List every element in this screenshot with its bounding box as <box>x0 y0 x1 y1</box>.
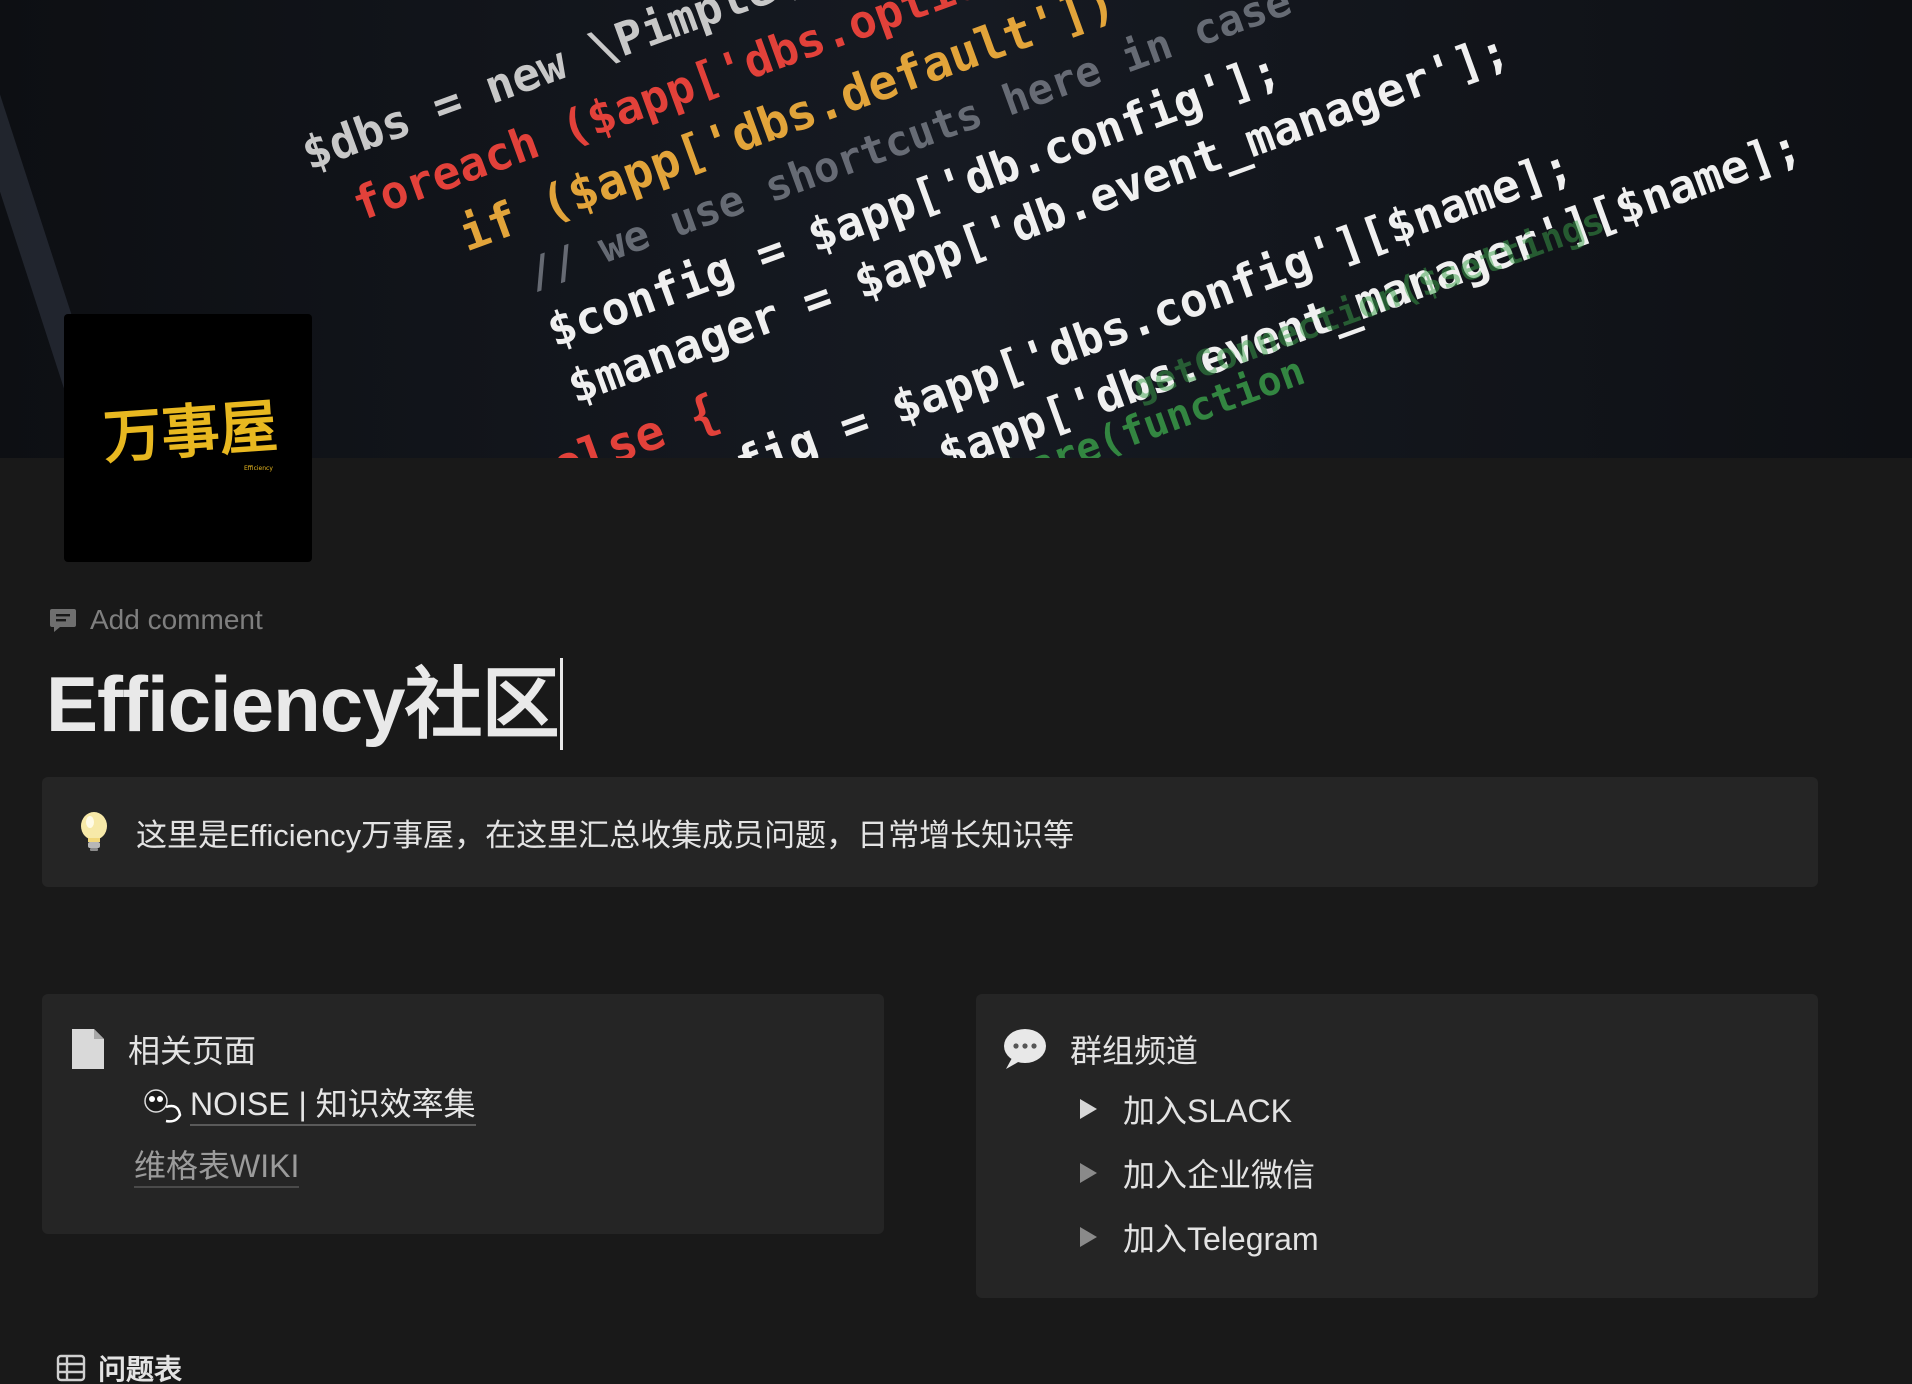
database-title: 问题表 <box>98 1354 183 1384</box>
noise-emoji-icon <box>144 1089 182 1123</box>
add-comment-label: Add comment <box>90 604 263 635</box>
page-icon-logo[interactable]: 万事屋 Efficiency <box>64 314 312 562</box>
toggle-label: 加入企业微信 <box>1123 1157 1316 1193</box>
noise-page-link[interactable]: NOISE | 知识效率集 <box>142 1084 476 1126</box>
toggle-arrow-icon[interactable] <box>1080 1227 1097 1247</box>
related-pages-heading: 相关页面 <box>128 1033 257 1069</box>
svg-text:Efficiency: Efficiency <box>244 465 273 472</box>
toggle-arrow-icon[interactable] <box>1080 1163 1097 1183</box>
page-title[interactable]: Efficiency社区 <box>46 654 564 754</box>
related-pages-block: 相关页面 NOISE | 知识效率集 维格表WIKI <box>42 994 884 1234</box>
speech-bubble-icon <box>1004 1029 1046 1069</box>
database-link[interactable]: 问题表 <box>56 1348 182 1384</box>
notion-page: $dbs = new \Pimple( foreach ($app['dbs.o… <box>0 0 1912 1384</box>
group-channels-block: 群组频道 加入SLACK 加入企业微信 加入Telegram <box>976 994 1818 1298</box>
group-channels-heading: 群组频道 <box>1070 1033 1199 1069</box>
callout-text: 这里是Efficiency万事屋，在这里汇总收集成员问题，日常增长知识等 <box>136 817 1075 853</box>
page-icon <box>72 1029 104 1069</box>
related-pages-header: 相关页面 <box>70 1026 256 1072</box>
lightbulb-icon <box>81 812 107 851</box>
add-comment-button[interactable]: Add comment <box>48 604 263 636</box>
toggle-join-wecom[interactable]: 加入企业微信 <box>1080 1150 1315 1196</box>
text-caret <box>560 658 564 750</box>
svg-text:万事屋: 万事屋 <box>101 392 279 472</box>
toggle-label: 加入Telegram <box>1123 1221 1319 1257</box>
toggle-label: 加入SLACK <box>1123 1093 1292 1129</box>
page-title-text: Efficiency社区 <box>46 660 559 748</box>
comment-icon <box>50 609 76 632</box>
noise-page-label: NOISE | 知识效率集 <box>190 1084 476 1126</box>
toggle-join-telegram[interactable]: 加入Telegram <box>1080 1214 1319 1260</box>
callout-block[interactable]: 这里是Efficiency万事屋，在这里汇总收集成员问题，日常增长知识等 <box>42 777 1818 887</box>
group-channels-header: 群组频道 <box>1002 1026 1198 1072</box>
wanshiwu-logo: 万事屋 Efficiency <box>101 392 279 472</box>
toggle-join-slack[interactable]: 加入SLACK <box>1080 1086 1292 1132</box>
wiki-page-label: 维格表WIKI <box>134 1146 300 1188</box>
table-icon <box>56 1354 86 1382</box>
toggle-arrow-icon[interactable] <box>1080 1099 1097 1119</box>
wiki-page-link[interactable]: 维格表WIKI <box>134 1146 300 1188</box>
